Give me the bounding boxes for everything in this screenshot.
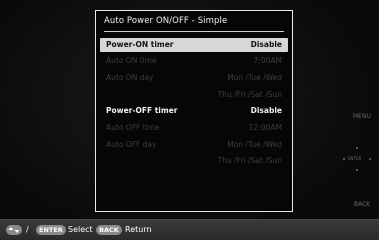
auto-power-dialog: Auto Power ON/OFF - Simple Power-ON time… — [95, 10, 293, 212]
select-label: Select — [68, 225, 93, 234]
nav-arrows-icon — [6, 220, 22, 240]
dialog-title: Auto Power ON/OFF - Simple — [104, 16, 228, 26]
auto-off-day-label: Auto OFF day — [106, 140, 157, 149]
dpad-left-dot — [343, 158, 345, 160]
nav-separator: / — [26, 225, 29, 234]
row-auto-off-time: Auto OFF time 12:00AM — [100, 121, 288, 135]
row-power-off-timer[interactable]: Power-OFF timer Disable — [100, 104, 288, 118]
footer-bar: / ENTER Select BACK Return — [0, 219, 379, 240]
dpad-up-dot — [356, 147, 358, 149]
auto-on-day-cont-value: Thu /Fri /Sat /Sun — [217, 90, 282, 99]
title-divider — [104, 31, 284, 32]
enter-pill: ENTER — [36, 224, 66, 235]
power-off-timer-label: Power-OFF timer — [106, 106, 178, 115]
auto-off-time-label: Auto OFF time — [106, 123, 160, 132]
row-auto-on-time: Auto ON time 7:00AM — [100, 54, 288, 68]
power-on-timer-label: Power-ON timer — [106, 40, 174, 49]
power-off-timer-value: Disable — [250, 106, 282, 115]
row-auto-off-day-cont: Thu /Fri /Sat /Sun — [100, 154, 288, 168]
dpad-right-dot — [369, 158, 371, 160]
row-auto-on-day-cont: Thu /Fri /Sat /Sun — [100, 88, 288, 102]
screen: Auto Power ON/OFF - Simple Power-ON time… — [0, 0, 379, 240]
auto-off-day-cont-value: Thu /Fri /Sat /Sun — [217, 156, 282, 165]
dpad-enter-label: ENTER — [348, 156, 362, 161]
auto-on-day-label: Auto ON day — [106, 73, 154, 82]
enter-button-hint: ENTER — [36, 220, 66, 240]
power-on-timer-value: Disable — [250, 40, 282, 49]
back-button-hint: BACK — [96, 220, 122, 240]
dpad-enter[interactable]: ENTER — [343, 144, 371, 172]
dpad-down-dot — [356, 169, 358, 171]
auto-off-day-value: Mon /Tue /Wed — [227, 140, 282, 149]
row-power-on-timer[interactable]: Power-ON timer Disable — [100, 38, 288, 52]
back-button-label[interactable]: BACK — [354, 201, 370, 208]
row-auto-off-day: Auto OFF day Mon /Tue /Wed — [100, 138, 288, 152]
back-pill: BACK — [96, 224, 122, 235]
auto-off-time-value: 12:00AM — [248, 123, 282, 132]
auto-on-time-value: 7:00AM — [253, 56, 282, 65]
menu-button-label[interactable]: MENU — [353, 113, 371, 120]
auto-on-day-value: Mon /Tue /Wed — [227, 73, 282, 82]
return-label: Return — [125, 225, 152, 234]
row-auto-on-day: Auto ON day Mon /Tue /Wed — [100, 71, 288, 85]
auto-on-time-label: Auto ON time — [106, 56, 157, 65]
